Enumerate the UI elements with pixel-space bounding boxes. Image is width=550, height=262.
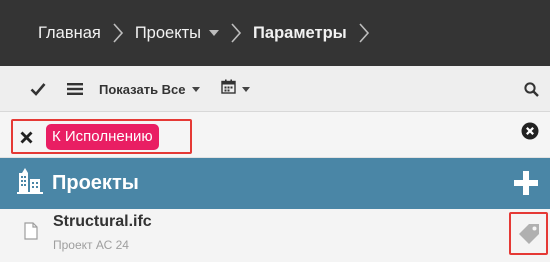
chevron-right-icon [219, 0, 253, 66]
list-icon[interactable] [64, 66, 86, 112]
close-icon[interactable] [14, 122, 38, 152]
toolbar: Показать Все [0, 66, 550, 112]
show-all-label: Показать Все [99, 81, 186, 97]
breadcrumb-parameters[interactable]: Параметры [253, 24, 347, 43]
caret-down-icon [209, 30, 220, 36]
plus-icon[interactable] [514, 171, 538, 195]
document-icon [24, 222, 38, 240]
filter-tag-to-execution[interactable]: К Исполнению [46, 124, 159, 150]
chevron-right-icon [101, 0, 135, 66]
show-all-dropdown[interactable]: Показать Все [99, 66, 200, 112]
caret-down-icon [191, 86, 200, 92]
clear-circle-icon[interactable] [519, 120, 541, 142]
item-name: Structural.ifc [53, 213, 152, 230]
calendar-icon [221, 79, 236, 99]
search-icon[interactable] [520, 66, 542, 112]
item-subtitle: Проект АС 24 [53, 238, 129, 252]
checkmark-icon[interactable] [28, 66, 48, 112]
section-title: Проекты [52, 172, 139, 194]
chevron-right-icon [347, 0, 381, 66]
tag-icon[interactable] [509, 212, 548, 255]
buildings-icon [17, 166, 43, 196]
breadcrumb-projects-label: Проекты [134, 23, 202, 42]
caret-down-icon [242, 86, 250, 92]
breadcrumb-projects[interactable]: Проекты [134, 23, 220, 43]
calendar-dropdown[interactable] [221, 66, 257, 112]
breadcrumb-home[interactable]: Главная [38, 24, 101, 43]
breadcrumb: Главная Проекты Параметры [0, 0, 550, 66]
